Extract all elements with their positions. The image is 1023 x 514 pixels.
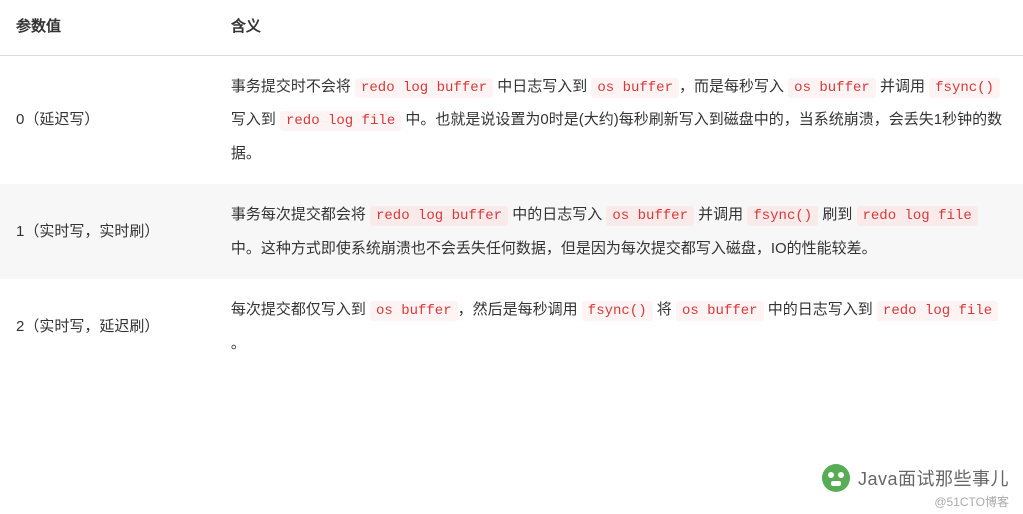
desc-text: ，然后是每秒调用 <box>458 301 582 318</box>
params-table: 参数值 含义 0（延迟写）事务提交时不会将 redo log buffer 中日… <box>0 0 1023 374</box>
watermark-wechat: Java面试那些事儿 <box>822 464 1009 492</box>
inline-code: os buffer <box>788 78 876 98</box>
inline-code: redo log buffer <box>355 78 493 98</box>
inline-code: os buffer <box>591 78 679 98</box>
table-header-row: 参数值 含义 <box>0 0 1023 55</box>
desc-text: 事务提交时不会将 <box>231 78 355 95</box>
table-row: 1（实时写，实时刷）事务每次提交都会将 redo log buffer 中的日志… <box>0 184 1023 279</box>
desc-text: 中的日志写入 <box>508 206 606 223</box>
inline-code: redo log file <box>280 111 401 131</box>
cell-description: 事务每次提交都会将 redo log buffer 中的日志写入 os buff… <box>215 184 1023 279</box>
inline-code: redo log file <box>877 301 998 321</box>
inline-code: fsync() <box>747 206 818 226</box>
inline-code: redo log buffer <box>370 206 508 226</box>
desc-text: 并调用 <box>694 206 747 223</box>
desc-text: 中的日志写入到 <box>764 301 877 318</box>
cell-param-value: 2（实时写，延迟刷） <box>0 279 215 374</box>
header-desc: 含义 <box>215 0 1023 55</box>
wechat-icon <box>822 464 850 492</box>
cell-description: 每次提交都仅写入到 os buffer，然后是每秒调用 fsync() 将 os… <box>215 279 1023 374</box>
desc-text: 写入到 <box>231 111 280 128</box>
inline-code: fsync() <box>582 301 653 321</box>
inline-code: fsync() <box>929 78 1000 98</box>
desc-text: 刷到 <box>818 206 856 223</box>
table-row: 2（实时写，延迟刷）每次提交都仅写入到 os buffer，然后是每秒调用 fs… <box>0 279 1023 374</box>
inline-code: redo log file <box>857 206 978 226</box>
table-row: 0（延迟写）事务提交时不会将 redo log buffer 中日志写入到 os… <box>0 55 1023 184</box>
watermark-source-text: @51CTO博客 <box>934 493 1009 510</box>
desc-text: 将 <box>653 301 676 318</box>
desc-text: 。 <box>231 335 246 352</box>
inline-code: os buffer <box>676 301 764 321</box>
inline-code: os buffer <box>606 206 694 226</box>
cell-param-value: 1（实时写，实时刷） <box>0 184 215 279</box>
watermark-main-text: Java面试那些事儿 <box>858 465 1009 491</box>
desc-text: 中。这种方式即使系统崩溃也不会丢失任何数据，但是因为每次提交都写入磁盘，IO的性… <box>231 240 877 257</box>
cell-param-value: 0（延迟写） <box>0 55 215 184</box>
inline-code: os buffer <box>370 301 458 321</box>
header-param: 参数值 <box>0 0 215 55</box>
desc-text: 并调用 <box>876 78 929 95</box>
desc-text: 事务每次提交都会将 <box>231 206 370 223</box>
cell-description: 事务提交时不会将 redo log buffer 中日志写入到 os buffe… <box>215 55 1023 184</box>
desc-text: 中日志写入到 <box>493 78 591 95</box>
desc-text: 每次提交都仅写入到 <box>231 301 370 318</box>
desc-text: ，而是每秒写入 <box>679 78 788 95</box>
